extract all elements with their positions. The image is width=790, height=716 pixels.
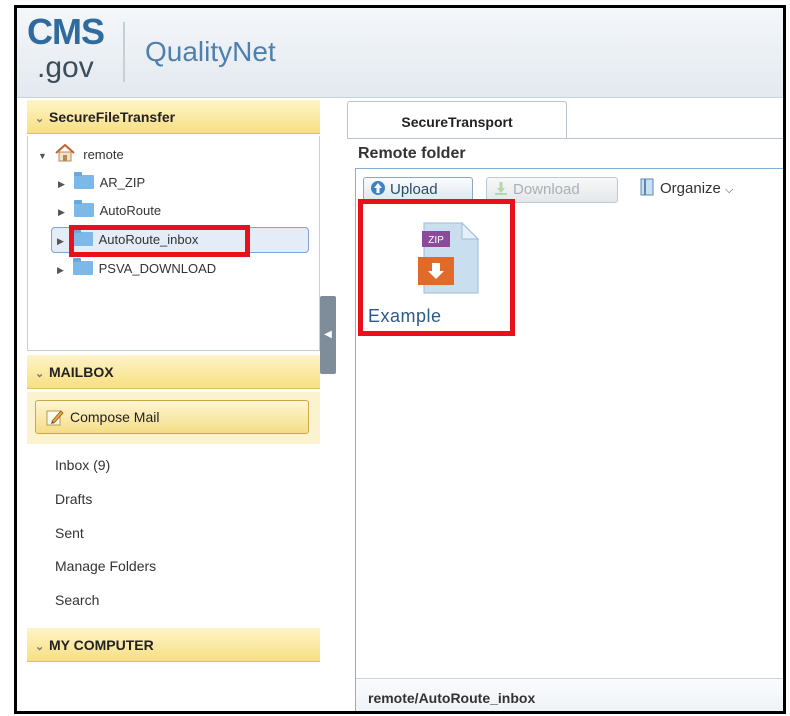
left-sidebar: ⌄ SecureFileTransfer ▼ remote ▶ AR_ZIP ▶ … (27, 100, 320, 711)
mailbox-item-inbox[interactable]: Inbox (9) (55, 457, 110, 473)
folder-label: AR_ZIP (99, 175, 146, 190)
expand-right-icon[interactable]: ▶ (57, 230, 69, 252)
compose-area: Compose Mail (27, 392, 320, 444)
annotation-highlight-folder (69, 225, 250, 257)
upload-label: Upload (390, 181, 438, 198)
tree-root-remote[interactable]: ▼ remote (38, 143, 124, 167)
tree-folder-autoroute[interactable]: ▶ AutoRoute (58, 200, 161, 222)
folder-label: AutoRoute (99, 203, 162, 218)
pencil-icon (46, 410, 64, 426)
mailbox-item-manage-folders[interactable]: Manage Folders (55, 558, 156, 574)
collapse-sidebar-handle[interactable]: ◀ (320, 296, 336, 374)
header-banner: CMS .gov QualityNet (17, 8, 783, 98)
download-label: Download (513, 181, 580, 198)
compose-mail-button[interactable]: Compose Mail (35, 400, 309, 434)
organize-menu[interactable]: Organize ⌵ (636, 177, 766, 203)
chevron-left-icon: ◀ (324, 329, 332, 340)
folder-icon (73, 200, 94, 217)
tab-underline (347, 138, 783, 139)
folder-label: PSVA_DOWNLOAD (98, 261, 217, 276)
mailbox-item-drafts[interactable]: Drafts (55, 491, 92, 507)
chevron-down-icon: ⌄ (35, 113, 45, 125)
cms-logo[interactable]: CMS (27, 14, 105, 50)
upload-arrow-icon (371, 181, 385, 195)
expand-right-icon[interactable]: ▶ (58, 201, 70, 223)
remote-folder-title: Remote folder (358, 145, 466, 162)
chevron-down-icon: ⌄ (35, 368, 45, 380)
gov-logo: .gov (37, 51, 94, 84)
expand-right-icon[interactable]: ▶ (57, 259, 69, 281)
section-title: MY COMPUTER (49, 637, 154, 653)
qualitynet-logo[interactable]: QualityNet (145, 36, 276, 68)
section-header-mailbox[interactable]: ⌄ MAILBOX (27, 355, 320, 389)
organize-label: Organize (660, 180, 721, 197)
folder-icon (72, 258, 93, 275)
tree-folder-psva-download[interactable]: ▶ PSVA_DOWNLOAD (57, 258, 216, 280)
compose-mail-label: Compose Mail (70, 409, 160, 425)
section-title: MAILBOX (49, 364, 114, 380)
folder-icon (73, 172, 94, 189)
tab-securetransport[interactable]: SecureTransport (347, 101, 567, 139)
expand-down-icon[interactable]: ▼ (38, 145, 50, 167)
download-arrow-icon (495, 182, 507, 195)
mailbox-item-sent[interactable]: Sent (55, 525, 84, 541)
tree-folder-ar-zip[interactable]: ▶ AR_ZIP (58, 172, 145, 194)
expand-right-icon[interactable]: ▶ (58, 173, 70, 195)
section-header-securefiletransfer[interactable]: ⌄ SecureFileTransfer (27, 100, 320, 134)
status-path-bar: remote/AutoRoute_inbox (356, 678, 783, 711)
logo-divider (123, 22, 125, 82)
organize-icon (640, 178, 654, 196)
app-window: CMS .gov QualityNet ⌄ SecureFileTransfer … (14, 5, 786, 714)
chevron-down-icon: ⌵ (725, 184, 734, 196)
chevron-down-icon: ⌄ (35, 641, 45, 653)
section-title: SecureFileTransfer (49, 109, 176, 125)
mailbox-item-search[interactable]: Search (55, 592, 99, 608)
home-icon (54, 143, 75, 162)
annotation-highlight-file (358, 199, 515, 336)
section-header-my-computer[interactable]: ⌄ MY COMPUTER (27, 628, 320, 662)
tree-root-label: remote (83, 147, 124, 162)
